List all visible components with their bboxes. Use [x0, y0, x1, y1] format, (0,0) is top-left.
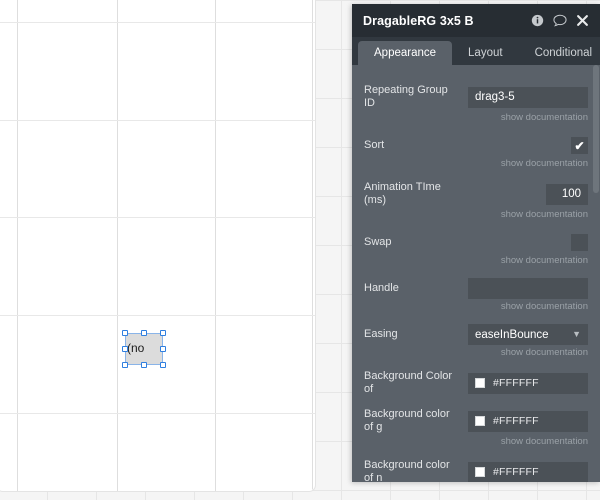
dropdown-value: easeInBounce — [475, 328, 549, 341]
grid-line-horizontal — [0, 120, 315, 121]
selected-element[interactable]: (no — [122, 330, 166, 368]
panel-header[interactable]: DragableRG 3x5 B — [352, 4, 600, 37]
tab-appearance[interactable]: Appearance — [358, 41, 453, 65]
dropdown[interactable]: easeInBounce ▼ — [468, 324, 588, 345]
property-row: Swap ✔ — [352, 232, 600, 253]
grid-line-horizontal — [0, 22, 315, 23]
resize-handle-se[interactable] — [160, 362, 166, 368]
show-documentation-link[interactable]: show documentation — [352, 207, 600, 220]
text-input[interactable] — [468, 278, 588, 299]
text-input[interactable]: drag3-5 — [468, 86, 588, 108]
grid-line-vertical — [17, 0, 18, 491]
tab-conditional[interactable]: Conditional — [519, 41, 600, 65]
color-picker[interactable]: #FFFFFF — [468, 372, 588, 394]
property-label: Repeating Group ID — [364, 84, 448, 109]
property-control: 100 — [459, 183, 588, 205]
resize-handle-s[interactable] — [141, 362, 147, 368]
show-documentation-link[interactable]: show documentation — [352, 253, 600, 266]
property-row: Background color of n #FFFFFF — [352, 459, 600, 482]
panel-scrollbar[interactable] — [593, 65, 599, 482]
property-row: Background Color of #FFFFFF — [352, 370, 600, 396]
grid-line-vertical — [117, 0, 118, 491]
comment-icon[interactable] — [553, 14, 567, 27]
color-picker[interactable]: #FFFFFF — [468, 410, 588, 432]
property-row: Background color of g #FFFFFF — [352, 408, 600, 434]
property-label: Sort — [364, 139, 385, 151]
property-control: drag3-5 — [459, 86, 588, 108]
color-swatch[interactable] — [475, 378, 485, 388]
property-control: #FFFFFF — [459, 410, 588, 432]
grid-line-vertical — [312, 0, 313, 491]
selected-element-label: (no — [127, 341, 145, 355]
property-label: Background Color of — [364, 370, 453, 395]
checkbox[interactable]: ✔ — [571, 137, 588, 154]
panel-body: Repeating Group ID drag3-5 show documentat… — [352, 65, 600, 482]
grid-line-horizontal — [0, 413, 315, 414]
page-grid — [0, 0, 315, 491]
info-icon[interactable] — [531, 14, 544, 27]
color-swatch[interactable] — [475, 416, 485, 426]
color-hex-value: #FFFFFF — [493, 377, 539, 389]
property-editor-panel: DragableRG 3x5 B Appearance Layout Condi… — [352, 4, 600, 482]
resize-handle-w[interactable] — [122, 346, 128, 352]
color-hex-value: #FFFFFF — [493, 415, 539, 427]
property-control: ✔ — [459, 234, 588, 251]
property-row: Animation TIme (ms) 100 — [352, 181, 600, 207]
property-control: ✔ — [459, 137, 588, 154]
show-documentation-link[interactable]: show documentation — [352, 434, 600, 447]
color-hex-value: #FFFFFF — [493, 466, 539, 478]
panel-header-icons — [531, 14, 592, 27]
property-label: Animation TIme (ms) — [364, 181, 441, 206]
property-label: Background color of n — [364, 459, 450, 482]
check-icon: ✔ — [574, 138, 585, 153]
screen-root: (no DragableRG 3x5 B Appearance Layout C… — [0, 0, 600, 500]
panel-scrollbar-thumb[interactable] — [593, 65, 599, 193]
color-swatch[interactable] — [475, 467, 485, 477]
panel-tabs: Appearance Layout Conditional — [352, 37, 600, 65]
resize-handle-e[interactable] — [160, 346, 166, 352]
property-row: Easing easeInBounce ▼ — [352, 324, 600, 345]
panel-title: DragableRG 3x5 B — [363, 13, 474, 28]
property-label: Swap — [364, 236, 392, 248]
grid-line-horizontal — [0, 315, 315, 316]
checkbox[interactable]: ✔ — [571, 234, 588, 251]
property-control: #FFFFFF — [459, 461, 588, 482]
grid-line-horizontal — [0, 217, 315, 218]
tab-layout[interactable]: Layout — [452, 41, 519, 65]
property-control: easeInBounce ▼ — [459, 324, 588, 345]
property-row: Sort ✔ — [352, 135, 600, 156]
text-input[interactable]: 100 — [546, 183, 588, 205]
grid-line-vertical — [215, 0, 216, 491]
close-icon[interactable] — [576, 14, 589, 27]
property-label: Background color of g — [364, 408, 450, 433]
resize-handle-sw[interactable] — [122, 362, 128, 368]
show-documentation-link[interactable]: show documentation — [352, 110, 600, 123]
resize-handle-n[interactable] — [141, 330, 147, 336]
page-canvas[interactable]: (no — [0, 0, 316, 492]
property-control — [459, 278, 588, 299]
property-row: Repeating Group ID drag3-5 — [352, 84, 600, 110]
show-documentation-link[interactable]: show documentation — [352, 345, 600, 358]
color-picker[interactable]: #FFFFFF — [468, 461, 588, 482]
chevron-down-icon: ▼ — [572, 329, 581, 339]
property-row: Handle — [352, 278, 600, 299]
property-label: Easing — [364, 328, 398, 340]
resize-handle-nw[interactable] — [122, 330, 128, 336]
show-documentation-link[interactable]: show documentation — [352, 299, 600, 312]
property-list: Repeating Group ID drag3-5 show documentat… — [352, 84, 600, 482]
property-control: #FFFFFF — [459, 372, 588, 394]
property-label: Handle — [364, 282, 399, 294]
resize-handle-ne[interactable] — [160, 330, 166, 336]
show-documentation-link[interactable]: show documentation — [352, 156, 600, 169]
